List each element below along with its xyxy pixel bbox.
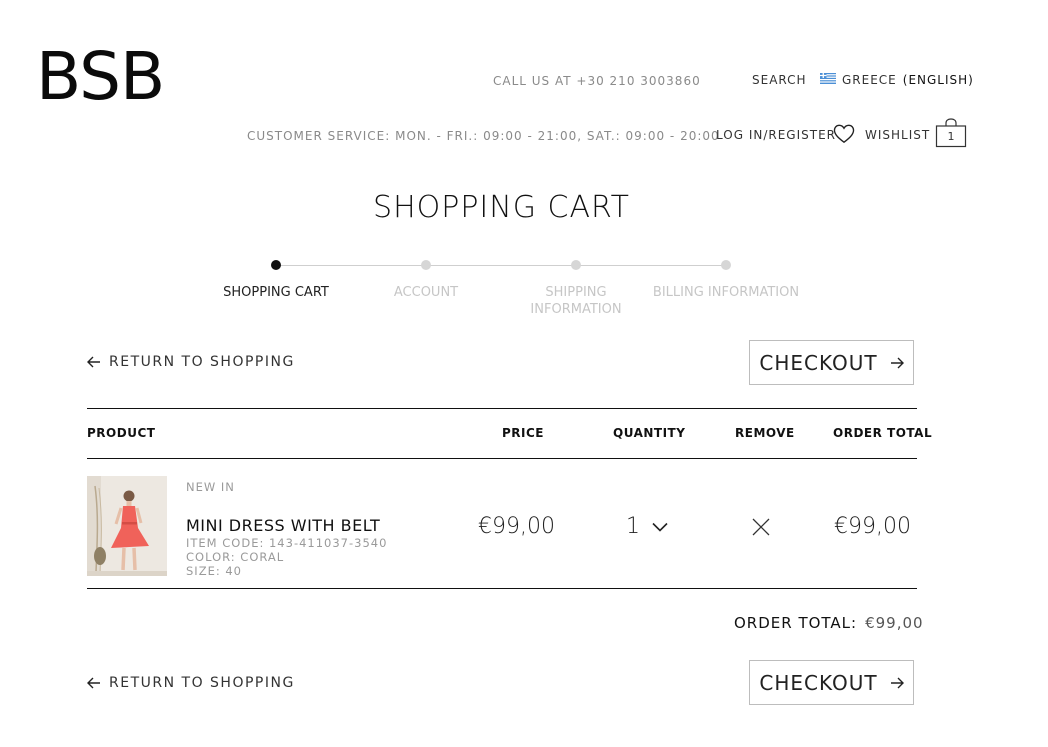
heart-icon[interactable] (833, 124, 855, 148)
product-color: COLOR: CORAL (186, 550, 285, 564)
return-to-shopping-link-bottom[interactable]: RETURN TO SHOPPING (87, 675, 295, 691)
table-top-rule (87, 408, 917, 409)
product-size: SIZE: 40 (186, 564, 242, 578)
arrow-left-icon (87, 356, 100, 368)
call-us-text: CALL US AT +30 210 3003860 (493, 74, 701, 88)
step-label-billing: BILLING INFORMATION (652, 285, 800, 300)
column-header-price: PRICE (502, 426, 545, 440)
quantity-value: 1 (626, 514, 640, 539)
step-dot-billing (721, 260, 731, 270)
greece-flag-icon (820, 73, 836, 87)
step-label-shipping: SHIPPING INFORMATION (530, 285, 622, 317)
product-badge: NEW IN (186, 480, 235, 494)
checkout-label: CHECKOUT (759, 350, 878, 375)
return-to-shopping-label: RETURN TO SHOPPING (109, 354, 295, 370)
return-to-shopping-label: RETURN TO SHOPPING (109, 675, 295, 691)
arrow-left-icon (87, 677, 100, 689)
cart-bag-button[interactable]: 1 (935, 118, 967, 148)
wishlist-link[interactable]: WISHLIST (865, 128, 930, 142)
cart-count-badge: 1 (947, 130, 955, 143)
product-item-code: ITEM CODE: 143-411037-3540 (186, 536, 388, 550)
country-selector[interactable]: GREECE (ENGLISH) (820, 73, 974, 87)
checkout-progress-line (276, 265, 726, 266)
login-register-link[interactable]: LOG IN/REGISTER (716, 128, 836, 142)
arrow-right-icon (890, 677, 904, 688)
checkout-button-bottom[interactable]: CHECKOUT (749, 660, 914, 705)
page-title: SHOPPING CART (373, 190, 630, 225)
order-total-value: €99,00 (865, 614, 924, 632)
customer-service-text: CUSTOMER SERVICE: MON. - FRI.: 09:00 - 2… (247, 129, 720, 143)
step-dot-shipping (571, 260, 581, 270)
checkout-button-top[interactable]: CHECKOUT (749, 340, 914, 385)
product-name[interactable]: MINI DRESS WITH BELT (186, 516, 380, 535)
country-label: GREECE (842, 73, 897, 87)
column-header-product: PRODUCT (87, 426, 156, 440)
quantity-dropdown[interactable]: 1 (626, 514, 668, 539)
chevron-down-icon (652, 522, 668, 532)
return-to-shopping-link-top[interactable]: RETURN TO SHOPPING (87, 354, 295, 370)
step-label-shopping-cart: SHOPPING CART (223, 285, 329, 300)
product-thumbnail[interactable] (87, 476, 167, 576)
checkout-label: CHECKOUT (759, 670, 878, 695)
remove-item-button[interactable] (752, 518, 770, 540)
item-price: €99,00 (478, 514, 555, 539)
language-label: (ENGLISH) (902, 73, 974, 87)
arrow-right-icon (890, 357, 904, 368)
step-dot-account (421, 260, 431, 270)
column-header-order-total: ORDER TOTAL (833, 426, 933, 440)
step-dot-shopping-cart (271, 260, 281, 270)
column-header-quantity: QUANTITY (613, 426, 686, 440)
order-total-label: ORDER TOTAL: (734, 614, 858, 632)
table-header-rule (87, 458, 917, 459)
table-bottom-rule (87, 588, 917, 589)
order-total-summary: ORDER TOTAL: €99,00 (734, 614, 924, 632)
close-icon (752, 518, 770, 536)
search-link[interactable]: SEARCH (752, 73, 807, 87)
brand-logo[interactable]: BSB (36, 44, 165, 110)
column-header-remove: REMOVE (735, 426, 795, 440)
step-label-account: ACCOUNT (393, 285, 459, 300)
item-order-total: €99,00 (834, 514, 911, 539)
